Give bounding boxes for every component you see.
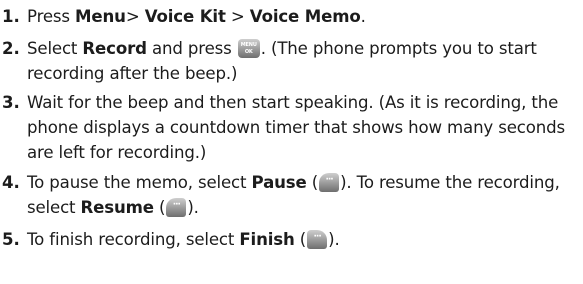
resume-term: Resume <box>80 198 155 217</box>
left-softkey-icon: ··· <box>319 173 340 192</box>
key-glyph: ··· <box>172 200 181 210</box>
text-run: To finish recording, select <box>27 230 240 249</box>
step-text: To pause the memo, select Pause (···). T… <box>27 170 579 220</box>
step-2: 2. Select Record and press MENU OK. (The … <box>0 36 583 86</box>
step-text: Press Menu> Voice Kit > Voice Memo. <box>27 4 579 29</box>
menu-ok-key-icon: MENU OK <box>237 39 260 58</box>
voice-kit-term: Voice Kit <box>144 7 226 26</box>
step-number: 5. <box>2 230 20 249</box>
step-text: Select Record and press MENU OK. (The pho… <box>27 36 579 86</box>
step-5: 5. To finish recording, select Finish ( ·… <box>0 227 583 252</box>
record-term: Record <box>82 39 147 58</box>
step-text: Wait for the beep and then start speakin… <box>27 93 566 162</box>
left-softkey-icon: ··· <box>166 198 187 217</box>
step-number: 1. <box>2 7 20 26</box>
step-number: 2. <box>2 39 20 58</box>
step-number: 3. <box>2 93 20 112</box>
key-glyph: ··· <box>313 232 322 242</box>
step-1: 1. Press Menu> Voice Kit > Voice Memo. <box>0 4 583 29</box>
text-run: > <box>225 7 250 26</box>
text-run: ( <box>306 173 319 192</box>
text-run: Press <box>27 7 76 26</box>
menu-term: Menu <box>75 7 126 26</box>
instruction-page: 1. Press Menu> Voice Kit > Voice Memo. 2… <box>0 0 583 284</box>
text-run: ). <box>187 198 199 217</box>
text-run: Select <box>27 39 83 58</box>
text-run: > <box>125 7 145 26</box>
key-label: MENU <box>240 42 257 48</box>
step-number: 4. <box>2 173 20 192</box>
step-3: 3. Wait for the beep and then start spea… <box>0 90 583 165</box>
text-run: and press <box>146 39 237 58</box>
right-softkey-icon: ··· <box>307 230 328 249</box>
text-run: ). <box>328 230 340 249</box>
step-4: 4. To pause the memo, select Pause ( ···)… <box>0 170 583 220</box>
key-label: OK <box>244 49 253 55</box>
text-run: ( <box>294 230 307 249</box>
key-glyph: ··· <box>325 175 333 185</box>
text-run: To pause the memo, select <box>27 173 252 192</box>
pause-term: Pause <box>251 173 307 192</box>
voice-memo-term: Voice Memo <box>249 7 361 26</box>
finish-term: Finish <box>239 230 295 249</box>
text-run: ( <box>153 198 166 217</box>
text-run: . <box>360 7 366 26</box>
step-text: To finish recording, select Finish ( ···)… <box>27 227 579 252</box>
